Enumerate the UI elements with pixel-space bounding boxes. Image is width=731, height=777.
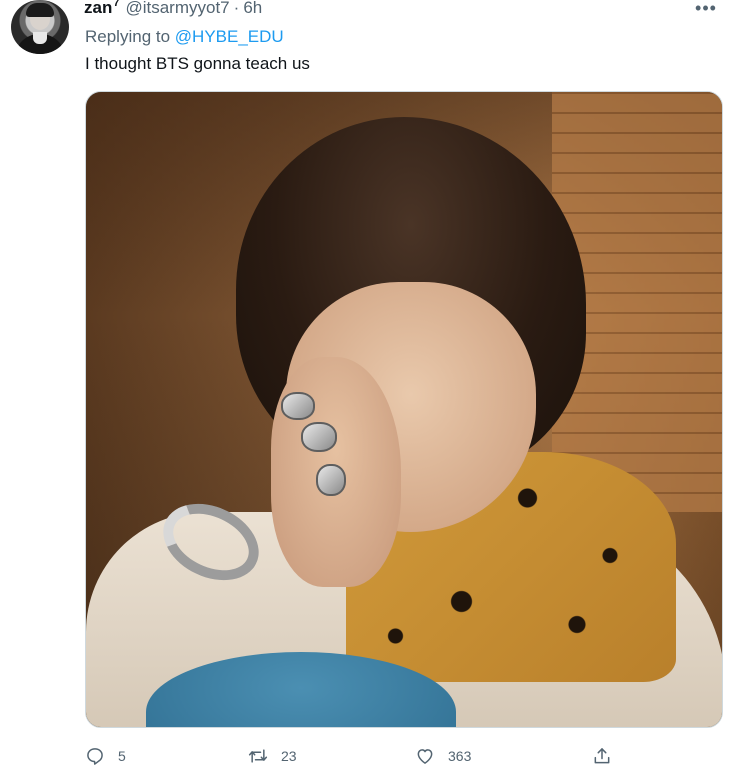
- tweet[interactable]: zan 7 @itsarmyyot7 · 6h ••• Replying to …: [0, 0, 731, 777]
- name-superscript: 7: [113, 0, 120, 9]
- user-handle[interactable]: @itsarmyyot7: [125, 0, 229, 18]
- separator-dot: ·: [233, 0, 240, 17]
- tweet-photo[interactable]: [85, 91, 723, 728]
- share-button[interactable]: [592, 741, 612, 771]
- replying-to-link[interactable]: @HYBE_EDU: [175, 27, 284, 46]
- photo-ring: [281, 392, 315, 420]
- more-options-icon[interactable]: •••: [692, 0, 720, 18]
- tweet-text: I thought BTS gonna teach us: [85, 54, 310, 73]
- display-name[interactable]: zan: [84, 0, 112, 18]
- replying-to-label: Replying to: [85, 27, 171, 46]
- retweet-count: 23: [281, 748, 297, 764]
- retweet-icon: [248, 746, 268, 766]
- tweet-actions: 5 23 363: [85, 741, 645, 771]
- replying-to-line: Replying to @HYBE_EDU: [85, 27, 284, 47]
- like-button[interactable]: 363: [415, 741, 471, 771]
- heart-icon: [415, 746, 435, 766]
- avatar[interactable]: [11, 0, 69, 54]
- photo-ring: [316, 464, 346, 496]
- avatar-hair: [26, 3, 54, 17]
- like-count: 363: [448, 748, 472, 764]
- share-icon: [592, 746, 612, 766]
- reply-button[interactable]: 5: [85, 741, 126, 771]
- reply-icon: [85, 746, 105, 766]
- retweet-button[interactable]: 23: [248, 741, 297, 771]
- avatar-collar: [33, 32, 47, 44]
- reply-count: 5: [118, 748, 126, 764]
- tweet-header: zan 7 @itsarmyyot7 · 6h: [84, 0, 262, 20]
- photo-ring: [301, 422, 337, 452]
- tweet-timestamp[interactable]: 6h: [243, 0, 262, 18]
